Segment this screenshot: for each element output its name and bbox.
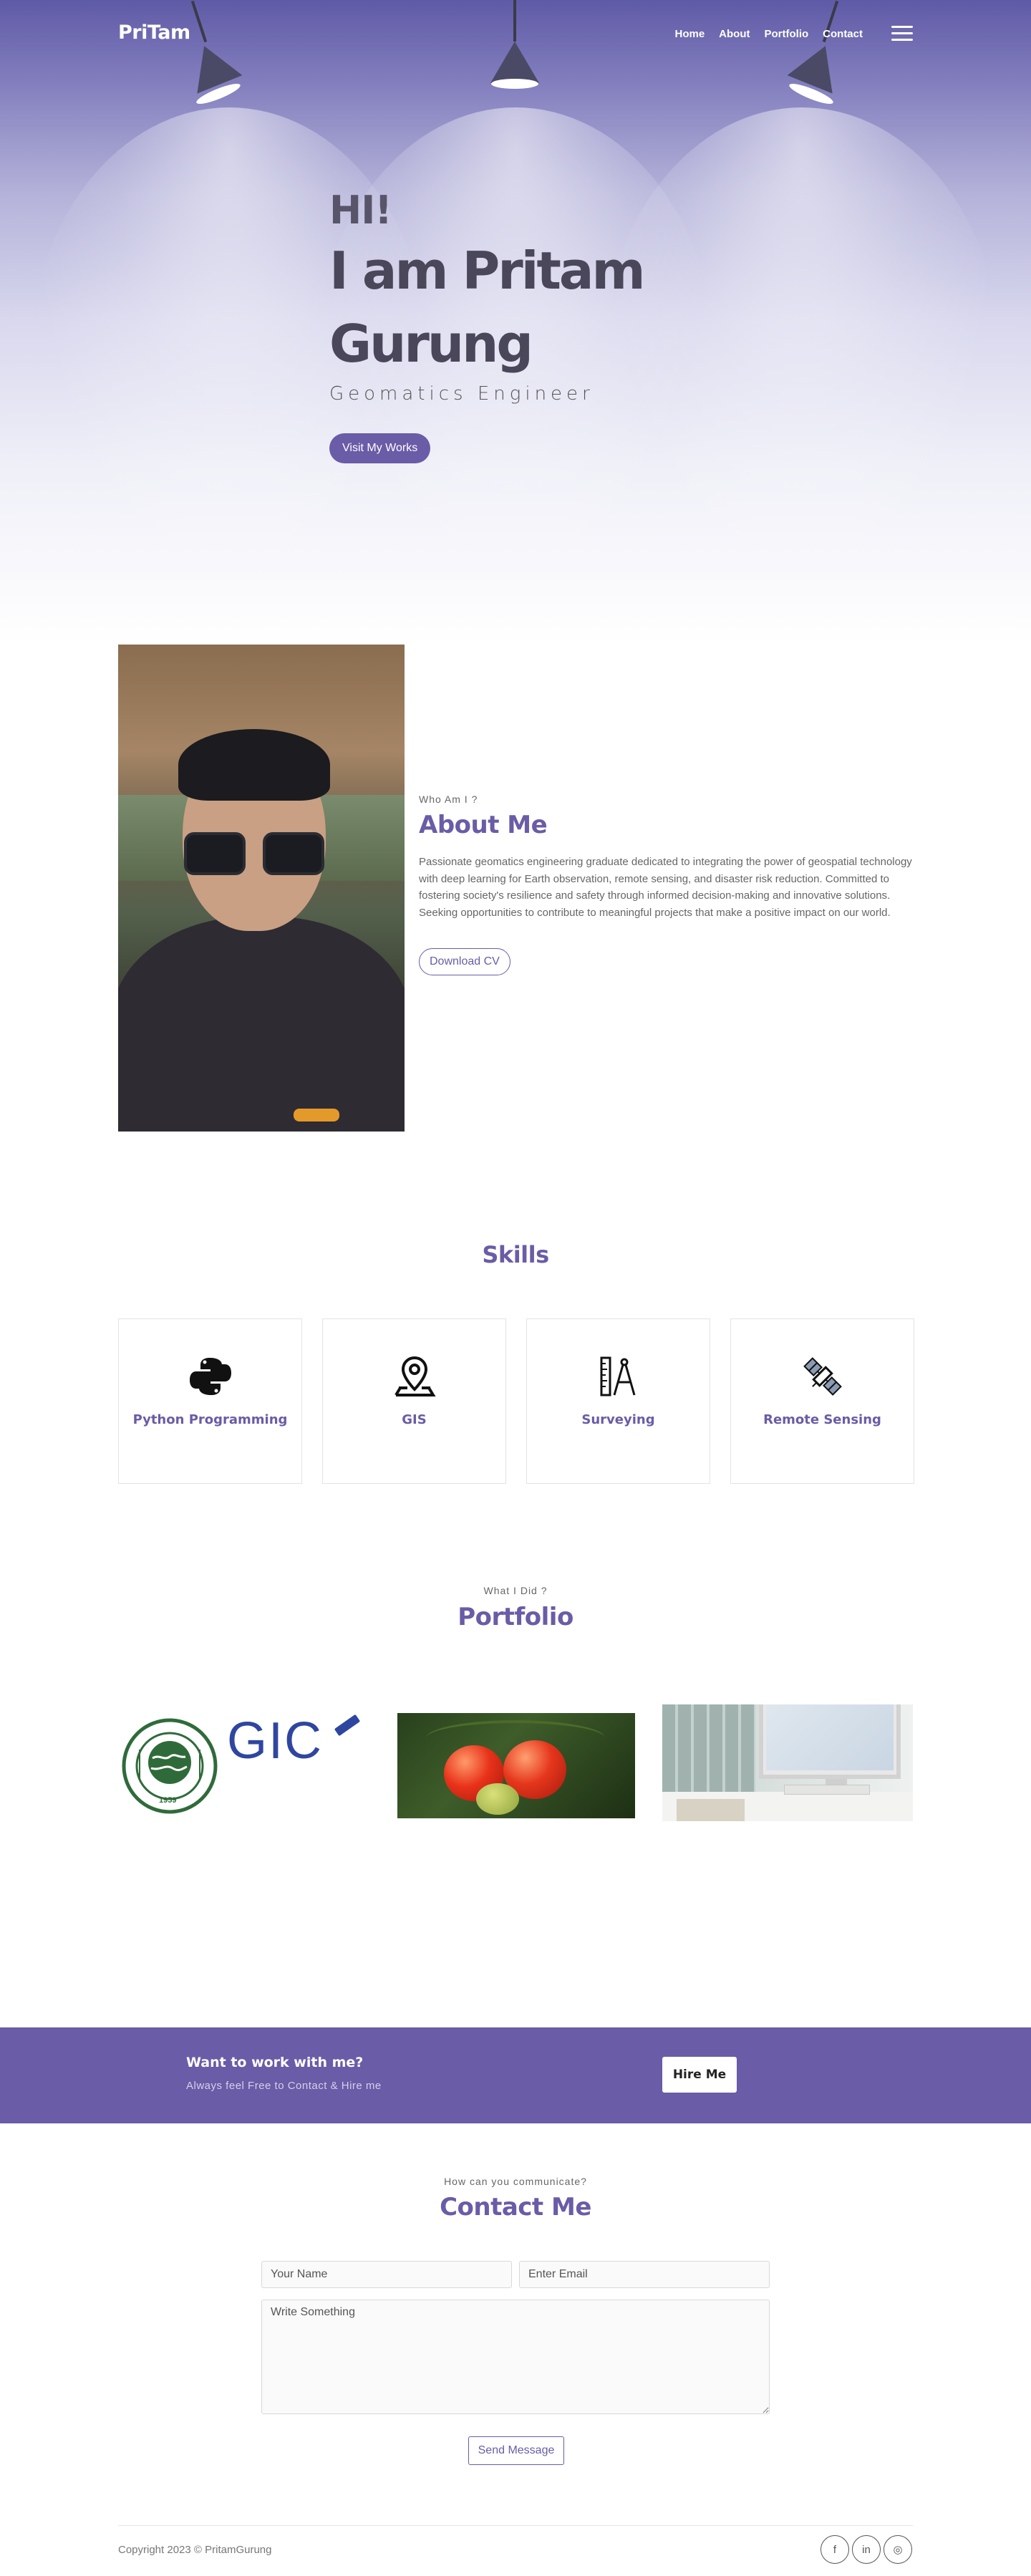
contact-kicker: How can you communicate? — [444, 2176, 587, 2187]
send-message-button[interactable]: Send Message — [468, 2436, 564, 2465]
facebook-icon[interactable]: f — [821, 2535, 849, 2564]
skill-label: Python Programming — [132, 1412, 288, 1427]
navbar: PriTam Home About Portfolio Contact — [118, 21, 913, 50]
skill-card-surveying: Surveying — [526, 1318, 710, 1484]
map-pin-icon — [323, 1355, 505, 1398]
hero-greeting: HI! — [329, 188, 392, 233]
about-section: Who Am I ? About Me Passionate geomatics… — [419, 793, 913, 975]
hire-me-button[interactable]: Hire Me — [662, 2057, 737, 2093]
spotlight-beam — [601, 107, 1002, 623]
skills-title: Skills — [482, 1241, 549, 1268]
portfolio-title: Portfolio — [458, 1603, 573, 1631]
satellite-icon — [731, 1355, 914, 1398]
skill-label: Surveying — [581, 1412, 655, 1427]
nav-link-home[interactable]: Home — [674, 28, 705, 40]
contact-title: Contact Me — [440, 2193, 591, 2222]
hero-text: HI! I am Pritam Gurung Geomatics Enginee… — [329, 188, 646, 463]
skill-card-gis: GIS — [322, 1318, 506, 1484]
hero-section: PriTam Home About Portfolio Contact HI! … — [0, 0, 1031, 645]
skill-card-remote-sensing: Remote Sensing — [730, 1318, 914, 1484]
email-input[interactable] — [519, 2261, 770, 2288]
skill-label: Remote Sensing — [763, 1412, 881, 1427]
hero-name-line1: I am Pritam — [329, 241, 646, 301]
name-input[interactable] — [261, 2261, 512, 2288]
python-icon — [119, 1355, 301, 1398]
hero-name-line2: Gurung — [329, 314, 533, 374]
about-description: Passionate geomatics engineering graduat… — [419, 856, 912, 919]
skill-label: GIS — [402, 1412, 427, 1427]
instagram-icon[interactable]: ◎ — [884, 2535, 912, 2564]
copyright-text: Copyright 2023 © PritamGurung — [118, 2544, 272, 2556]
brand-logo[interactable]: PriTam — [118, 21, 190, 44]
nav-link-contact[interactable]: Contact — [823, 28, 863, 40]
hire-title: Want to work with me? — [186, 2055, 364, 2070]
profile-photo — [118, 645, 405, 1132]
download-cv-button[interactable]: Download CV — [419, 948, 510, 975]
nav-link-about[interactable]: About — [719, 28, 750, 40]
visit-works-button[interactable]: Visit My Works — [329, 433, 431, 463]
portfolio-item-workspace[interactable] — [662, 1704, 913, 1821]
menu-hamburger-icon[interactable] — [891, 26, 913, 42]
ruler-compass-icon — [527, 1355, 710, 1398]
nav-links: Home About Portfolio Contact — [674, 28, 863, 40]
portfolio-item-tomatoes[interactable] — [397, 1713, 635, 1818]
nav-link-portfolio[interactable]: Portfolio — [765, 28, 809, 40]
footer-divider — [118, 2525, 913, 2526]
skill-card-python: Python Programming — [118, 1318, 302, 1484]
message-textarea[interactable] — [261, 2300, 770, 2414]
about-kicker: Who Am I ? — [419, 793, 478, 805]
portfolio-item-ait-gic[interactable]: 1959 GIC — [118, 1707, 362, 1818]
hire-banner: Want to work with me? Always feel Free t… — [0, 2027, 1031, 2123]
gic-logo: GIC — [227, 1712, 324, 1770]
about-title: About Me — [419, 811, 548, 839]
portfolio-kicker: What I Did ? — [483, 1585, 548, 1596]
linkedin-icon[interactable]: in — [852, 2535, 881, 2564]
hero-role: Geomatics Engineer — [329, 383, 594, 405]
seal-year: 1959 — [159, 1796, 177, 1805]
hire-subtitle: Always feel Free to Contact & Hire me — [186, 2080, 382, 2092]
